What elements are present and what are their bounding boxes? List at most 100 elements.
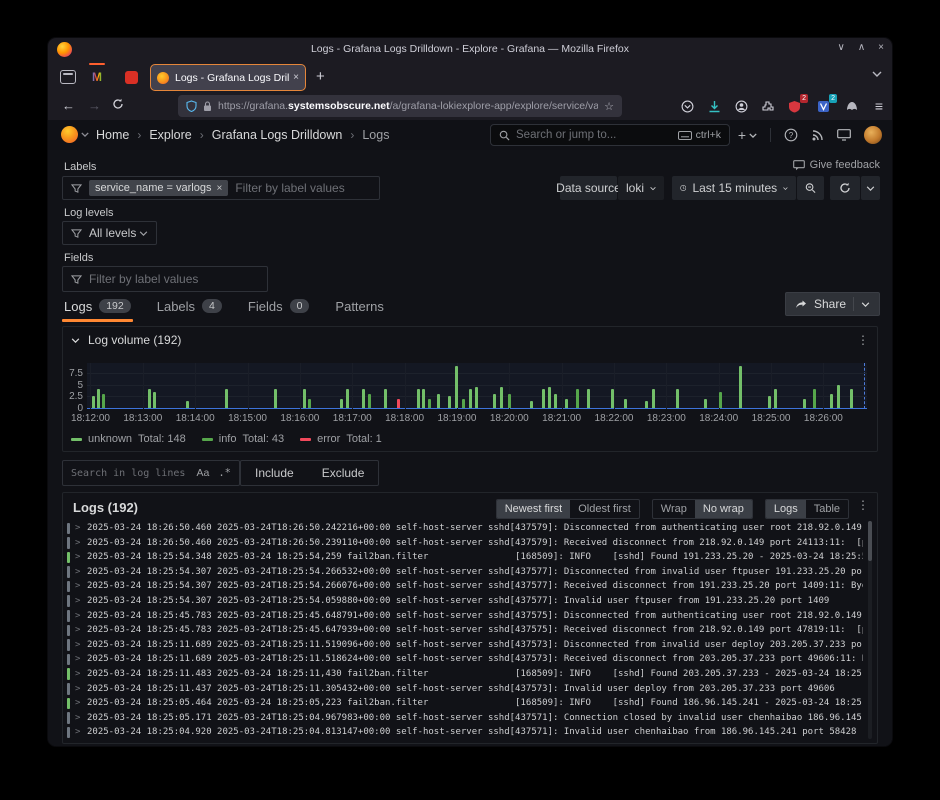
expand-chevron-icon[interactable]: > bbox=[75, 725, 80, 740]
toggle-no-wrap[interactable]: No wrap bbox=[695, 500, 752, 518]
log-row[interactable]: >2025-03-24 18:25:45.783 2025-03-24T18:2… bbox=[63, 623, 863, 638]
expand-chevron-icon[interactable]: > bbox=[75, 696, 80, 711]
active-tab[interactable]: Logs - Grafana Logs Drilldow × bbox=[150, 64, 306, 91]
menu-hamburger-icon[interactable]: ≡ bbox=[870, 97, 888, 115]
vimium-icon[interactable]: 2 bbox=[814, 97, 832, 115]
tab-patterns[interactable]: Patterns bbox=[335, 299, 383, 316]
log-row[interactable]: >2025-03-24 18:25:54.348 2025-03-24 18:2… bbox=[63, 550, 863, 565]
nav-expand-chevron-icon[interactable] bbox=[81, 132, 89, 137]
firefox-view-icon[interactable] bbox=[60, 70, 76, 84]
log-row[interactable]: >2025-03-24 18:25:11.689 2025-03-24T18:2… bbox=[63, 652, 863, 667]
log-row[interactable]: >2025-03-24 18:25:05.171 2025-03-24T18:2… bbox=[63, 711, 863, 726]
zoom-out-button[interactable] bbox=[797, 176, 824, 200]
list-tabs-chevron-icon[interactable] bbox=[872, 71, 882, 77]
data-source-picker[interactable]: loki bbox=[618, 176, 664, 200]
expand-chevron-icon[interactable]: > bbox=[75, 711, 80, 726]
forward-button[interactable]: → bbox=[88, 98, 101, 113]
log-row[interactable]: >2025-03-24 18:25:45.783 2025-03-24T18:2… bbox=[63, 609, 863, 624]
chevron-down-icon[interactable] bbox=[861, 302, 870, 307]
help-icon[interactable]: ? bbox=[784, 128, 798, 142]
tab-fields[interactable]: Fields0 bbox=[248, 299, 310, 316]
window-close-icon[interactable]: × bbox=[878, 42, 884, 53]
refresh-interval-chevron[interactable] bbox=[861, 176, 880, 200]
extension-gray-icon[interactable] bbox=[843, 97, 861, 115]
log-volume-chart[interactable] bbox=[87, 363, 867, 409]
label-filter-input[interactable]: service_name = varlogs× Filter by label … bbox=[62, 176, 380, 200]
panel-title[interactable]: Log volume (192) bbox=[88, 333, 181, 347]
give-feedback-button[interactable]: Give feedback bbox=[793, 159, 880, 171]
tab-labels[interactable]: Labels4 bbox=[157, 299, 222, 316]
downloads-icon[interactable] bbox=[705, 97, 723, 115]
log-row[interactable]: >2025-03-24 18:25:04.920 2025-03-24T18:2… bbox=[63, 725, 863, 740]
toggle-oldest-first[interactable]: Oldest first bbox=[570, 500, 639, 518]
time-range-picker[interactable]: Last 15 minutes bbox=[672, 176, 796, 200]
share-button[interactable]: Share bbox=[785, 292, 880, 316]
add-button[interactable]: + bbox=[738, 127, 757, 143]
log-row[interactable]: >2025-03-24 18:25:54.307 2025-03-24T18:2… bbox=[63, 579, 863, 594]
extensions-icon[interactable] bbox=[758, 97, 776, 115]
toggle-wrap[interactable]: Wrap bbox=[653, 500, 695, 518]
expand-chevron-icon[interactable]: > bbox=[75, 623, 80, 638]
include-button[interactable]: Include bbox=[241, 466, 308, 480]
legend-item-unknown[interactable]: unknownTotal: 148 bbox=[71, 433, 186, 445]
breadcrumb-item[interactable]: Explore bbox=[149, 128, 191, 142]
panel-menu-icon[interactable]: ⋮ bbox=[857, 333, 869, 347]
log-row[interactable]: >2025-03-24 18:25:11.689 2025-03-24T18:2… bbox=[63, 638, 863, 653]
log-row[interactable]: >2025-03-24 18:25:11.437 2025-03-24T18:2… bbox=[63, 682, 863, 697]
monitor-icon[interactable] bbox=[837, 129, 851, 141]
pinned-tab-app[interactable] bbox=[118, 64, 144, 90]
back-button[interactable]: ← bbox=[62, 98, 75, 113]
expand-chevron-icon[interactable]: > bbox=[75, 667, 80, 682]
expand-chevron-icon[interactable]: > bbox=[75, 565, 80, 580]
tab-logs[interactable]: Logs192 bbox=[64, 299, 131, 316]
expand-chevron-icon[interactable]: > bbox=[75, 521, 80, 536]
breadcrumb-item[interactable]: Logs bbox=[362, 128, 389, 142]
news-icon[interactable] bbox=[811, 129, 824, 142]
logs-scrollbar[interactable] bbox=[868, 521, 872, 739]
expand-chevron-icon[interactable]: > bbox=[75, 579, 80, 594]
new-tab-button[interactable]: + bbox=[316, 68, 325, 85]
toggle-table[interactable]: Table bbox=[806, 500, 848, 518]
url-bar[interactable]: https://grafana.systemsobscure.net/a/gra… bbox=[178, 95, 622, 117]
expand-chevron-icon[interactable]: > bbox=[75, 682, 80, 697]
log-row[interactable]: >2025-03-24 18:25:54.307 2025-03-24T18:2… bbox=[63, 594, 863, 609]
log-line-search-input[interactable]: Search in log lines Aa .* bbox=[62, 460, 240, 486]
breadcrumb-item[interactable]: Home bbox=[96, 128, 129, 142]
logs-panel-menu-icon[interactable]: ⋮ bbox=[857, 498, 869, 512]
log-levels-dropdown[interactable]: All levels bbox=[62, 221, 157, 245]
toggle-newest-first[interactable]: Newest first bbox=[497, 500, 570, 518]
pinned-tab-gmail[interactable]: M bbox=[84, 64, 110, 90]
ublock-icon[interactable]: 2 bbox=[785, 97, 803, 115]
expand-chevron-icon[interactable]: > bbox=[75, 594, 80, 609]
toggle-logs[interactable]: Logs bbox=[766, 500, 806, 518]
tracking-shield-icon[interactable] bbox=[186, 100, 197, 112]
exclude-button[interactable]: Exclude bbox=[308, 466, 379, 480]
legend-item-error[interactable]: errorTotal: 1 bbox=[300, 433, 382, 445]
chip-remove-icon[interactable]: × bbox=[216, 183, 222, 194]
log-row[interactable]: >2025-03-24 18:26:50.460 2025-03-24T18:2… bbox=[63, 521, 863, 536]
expand-chevron-icon[interactable]: > bbox=[75, 652, 80, 667]
regex-toggle[interactable]: .* bbox=[218, 467, 231, 479]
collapse-chevron-icon[interactable] bbox=[71, 338, 80, 343]
log-row[interactable]: >2025-03-24 18:25:05.464 2025-03-24 18:2… bbox=[63, 696, 863, 711]
legend-item-info[interactable]: infoTotal: 43 bbox=[202, 433, 284, 445]
window-minimize-icon[interactable]: ∨ bbox=[838, 42, 845, 53]
expand-chevron-icon[interactable]: > bbox=[75, 536, 80, 551]
log-row[interactable]: >2025-03-24 18:26:50.460 2025-03-24T18:2… bbox=[63, 536, 863, 551]
account-icon[interactable] bbox=[732, 97, 750, 115]
expand-chevron-icon[interactable]: > bbox=[75, 638, 80, 653]
log-row[interactable]: >2025-03-24 18:25:11.483 2025-03-24 18:2… bbox=[63, 667, 863, 682]
window-maximize-icon[interactable]: ∧ bbox=[858, 42, 865, 53]
expand-chevron-icon[interactable]: > bbox=[75, 550, 80, 565]
lock-icon[interactable] bbox=[203, 101, 212, 112]
bookmark-star-icon[interactable]: ☆ bbox=[604, 100, 614, 113]
scrollbar-thumb[interactable] bbox=[868, 521, 872, 561]
pocket-icon[interactable] bbox=[678, 97, 696, 115]
refresh-button[interactable] bbox=[830, 176, 860, 200]
breadcrumb-item[interactable]: Grafana Logs Drilldown bbox=[212, 128, 343, 142]
grafana-logo-icon[interactable] bbox=[61, 126, 78, 143]
case-sensitivity-toggle[interactable]: Aa bbox=[197, 467, 210, 479]
search-input[interactable]: Search or jump to... ctrl+k bbox=[490, 124, 730, 146]
user-avatar[interactable] bbox=[864, 126, 882, 144]
expand-chevron-icon[interactable]: > bbox=[75, 609, 80, 624]
